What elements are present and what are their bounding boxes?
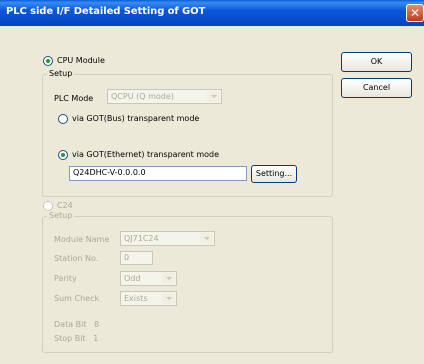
bus-transparent-radio[interactable] xyxy=(58,114,68,124)
module-name-select: QJ71C24 xyxy=(120,231,215,246)
chevron-down-icon xyxy=(162,273,175,284)
module-name-label: Module Name xyxy=(54,235,110,244)
chevron-down-icon xyxy=(200,233,213,244)
c24-radio[interactable] xyxy=(43,201,53,211)
plc-mode-value: QCPU (Q mode) xyxy=(111,92,174,101)
plc-mode-label: PLC Mode xyxy=(54,94,94,103)
bus-transparent-label[interactable]: via GOT(Bus) transparent mode xyxy=(72,114,199,123)
close-icon: ✕ xyxy=(410,6,421,20)
window-title: PLC side I/F Detailed Setting of GOT xyxy=(6,6,206,17)
setting-button[interactable]: Setting... xyxy=(251,165,297,183)
station-no-field: 0 xyxy=(120,251,153,265)
close-button[interactable]: ✕ xyxy=(406,4,424,22)
c24-setup-legend: Setup xyxy=(47,211,75,220)
cancel-button[interactable]: Cancel xyxy=(341,78,412,98)
cpu-module-radio[interactable] xyxy=(43,56,53,66)
ethernet-setting-value: Q24DHC-V-0.0.0.0 xyxy=(73,168,146,177)
station-no-label: Station No. xyxy=(54,254,99,263)
cpu-module-label[interactable]: CPU Module xyxy=(57,56,105,65)
parity-select: Odd xyxy=(120,271,177,286)
stop-bit-text: Stop Bit 1 xyxy=(54,334,99,343)
cpu-setup-legend: Setup xyxy=(47,69,75,78)
ethernet-transparent-radio[interactable] xyxy=(58,150,68,160)
ok-button[interactable]: OK xyxy=(341,52,412,72)
sum-check-label: Sum Check xyxy=(54,294,100,303)
chevron-down-icon xyxy=(162,293,175,304)
dialog-content: CPU Module Setup PLC Mode QCPU (Q mode) … xyxy=(0,26,424,364)
c24-label[interactable]: C24 xyxy=(57,201,73,210)
sum-check-select: Exists xyxy=(120,291,177,306)
sum-check-value: Exists xyxy=(124,294,148,303)
ethernet-transparent-label[interactable]: via GOT(Ethernet) transparent mode xyxy=(72,150,219,159)
module-name-value: QJ71C24 xyxy=(124,234,159,243)
parity-value: Odd xyxy=(124,274,141,283)
parity-label: Parity xyxy=(54,274,77,283)
title-bar[interactable]: PLC side I/F Detailed Setting of GOT ✕ xyxy=(0,0,424,26)
dialog-window: PLC side I/F Detailed Setting of GOT ✕ C… xyxy=(0,0,424,364)
station-no-value: 0 xyxy=(124,253,130,262)
chevron-down-icon xyxy=(207,91,220,102)
ethernet-setting-field: Q24DHC-V-0.0.0.0 xyxy=(69,166,247,181)
data-bit-text: Data Bit 8 xyxy=(54,320,100,329)
plc-mode-select: QCPU (Q mode) xyxy=(107,89,222,104)
